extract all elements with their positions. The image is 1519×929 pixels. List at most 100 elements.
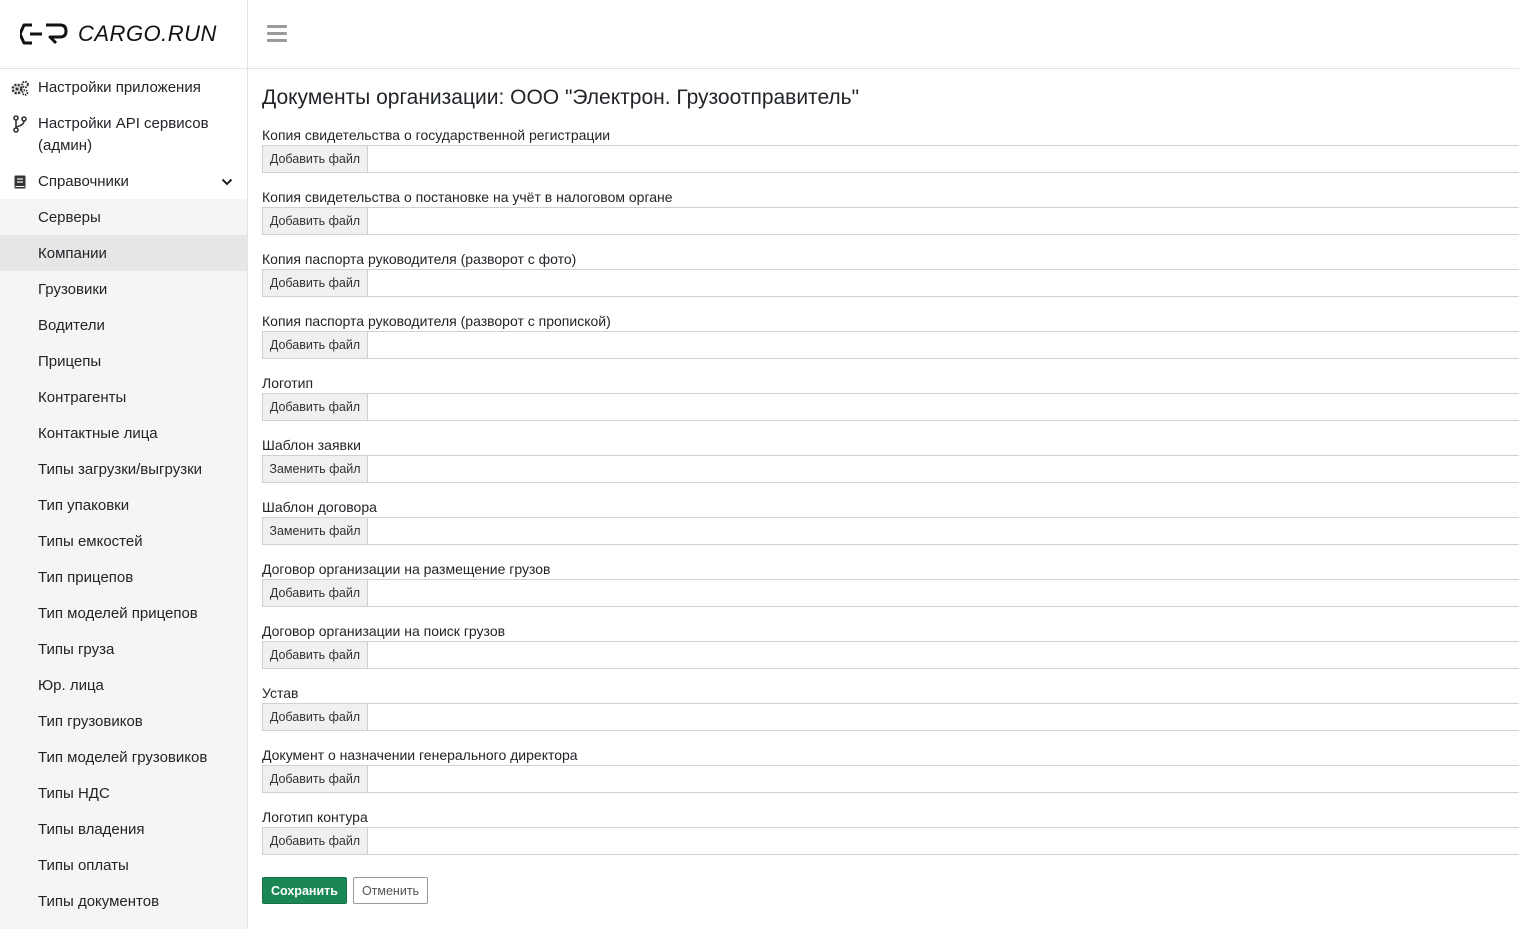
- field-label: Устав: [262, 685, 299, 701]
- file-name-display: [368, 518, 1519, 544]
- sidebar-item-companies[interactable]: Компании: [0, 235, 247, 271]
- sidebar-item-vat-types[interactable]: Типы НДС: [0, 775, 247, 811]
- sidebar-item-label: Контрагенты: [38, 388, 127, 406]
- document-field: Копия паспорта руководителя (разворот с …: [262, 311, 1519, 373]
- sidebar-top-nav: Настройки приложения Настройки API серви…: [0, 69, 247, 199]
- sidebar-item-label: Настройки API сервисов (админ): [38, 115, 209, 154]
- document-field: Копия свидетельства о государственной ре…: [262, 125, 1519, 187]
- sidebar-item-api-settings[interactable]: Настройки API сервисов (админ): [0, 105, 247, 163]
- add-file-button[interactable]: Добавить файл: [263, 394, 368, 420]
- hamburger-menu-icon[interactable]: [267, 25, 287, 43]
- file-input[interactable]: Добавить файл: [262, 331, 1519, 359]
- sidebar-item-servers[interactable]: Серверы: [0, 199, 247, 235]
- sidebar-item-trucks[interactable]: Грузовики: [0, 271, 247, 307]
- document-field: Копия паспорта руководителя (разворот с …: [262, 249, 1519, 311]
- field-label: Договор организации на поиск грузов: [262, 623, 506, 639]
- add-file-button[interactable]: Добавить файл: [263, 766, 368, 792]
- brand-name: CARGO.RUN: [78, 21, 217, 46]
- sidebar-item-packaging-type[interactable]: Тип упаковки: [0, 487, 247, 523]
- field-label: Копия свидетельства о постановке на учёт…: [262, 189, 673, 205]
- field-label: Логотип контура: [262, 809, 368, 825]
- file-input[interactable]: Заменить файл: [262, 517, 1519, 545]
- file-name-display: [368, 270, 1519, 296]
- replace-file-button[interactable]: Заменить файл: [263, 518, 368, 544]
- logo[interactable]: CARGO.RUN: [0, 0, 247, 69]
- topbar: [248, 0, 1519, 69]
- main-content: Документы организации: ООО "Электрон. Гр…: [262, 69, 1519, 904]
- file-input[interactable]: Добавить файл: [262, 703, 1519, 731]
- add-file-button[interactable]: Добавить файл: [263, 146, 368, 172]
- document-field: Договор организации на поиск грузов Доба…: [262, 621, 1519, 683]
- sidebar-item-legal-entities[interactable]: Юр. лица: [0, 667, 247, 703]
- sidebar-item-label: Прицепы: [38, 352, 102, 370]
- file-input[interactable]: Добавить файл: [262, 207, 1519, 235]
- file-name-display: [368, 146, 1519, 172]
- document-field: Устав Добавить файл: [262, 683, 1519, 745]
- cargo-logo-icon: [20, 23, 68, 45]
- gears-icon: [10, 77, 30, 99]
- sidebar-item-truck-type[interactable]: Тип грузовиков: [0, 703, 247, 739]
- sidebar-item-directories[interactable]: Справочники: [0, 163, 247, 199]
- sidebar-item-trailers[interactable]: Прицепы: [0, 343, 247, 379]
- add-file-button[interactable]: Добавить файл: [263, 270, 368, 296]
- sidebar: CARGO.RUN Настройки приложения Настройки…: [0, 0, 248, 929]
- sidebar-item-label: Юр. лица: [38, 676, 104, 694]
- add-file-button[interactable]: Добавить файл: [263, 642, 368, 668]
- cancel-button[interactable]: Отменить: [352, 877, 429, 904]
- document-field: Логотип Добавить файл: [262, 373, 1519, 435]
- sidebar-item-truck-model-type[interactable]: Тип моделей грузовиков: [0, 739, 247, 775]
- sidebar-item-payment-types[interactable]: Типы оплаты: [0, 847, 247, 883]
- file-input[interactable]: Добавить файл: [262, 827, 1519, 855]
- file-name-display: [368, 394, 1519, 420]
- field-label: Копия паспорта руководителя (разворот с …: [262, 251, 577, 267]
- document-field: Логотип контура Добавить файл: [262, 807, 1519, 869]
- chevron-down-icon[interactable]: [219, 171, 235, 193]
- sidebar-item-loading-types[interactable]: Типы загрузки/выгрузки: [0, 451, 247, 487]
- file-name-display: [368, 704, 1519, 730]
- sidebar-item-label: Типы НДС: [38, 784, 110, 802]
- sidebar-item-label: Справочники: [38, 173, 129, 190]
- file-input[interactable]: Добавить файл: [262, 269, 1519, 297]
- field-label: Шаблон заявки: [262, 437, 361, 453]
- file-input[interactable]: Добавить файл: [262, 765, 1519, 793]
- sidebar-item-label: Типы загрузки/выгрузки: [38, 460, 203, 478]
- add-file-button[interactable]: Добавить файл: [263, 828, 368, 854]
- document-field: Договор организации на размещение грузов…: [262, 559, 1519, 621]
- field-label: Копия свидетельства о государственной ре…: [262, 127, 611, 143]
- sidebar-item-cargo-types[interactable]: Типы груза: [0, 631, 247, 667]
- sidebar-item-trailer-type[interactable]: Тип прицепов: [0, 559, 247, 595]
- branch-icon: [10, 113, 30, 135]
- add-file-button[interactable]: Добавить файл: [263, 332, 368, 358]
- file-input[interactable]: Добавить файл: [262, 579, 1519, 607]
- sidebar-item-ownership-types[interactable]: Типы владения: [0, 811, 247, 847]
- sidebar-item-label: Серверы: [38, 208, 101, 226]
- sidebar-item-drivers[interactable]: Водители: [0, 307, 247, 343]
- sidebar-item-container-types[interactable]: Типы емкостей: [0, 523, 247, 559]
- document-field: Документ о назначении генерального дирек…: [262, 745, 1519, 807]
- file-name-display: [368, 828, 1519, 854]
- file-name-display: [368, 456, 1519, 482]
- file-input[interactable]: Добавить файл: [262, 145, 1519, 173]
- add-file-button[interactable]: Добавить файл: [263, 580, 368, 606]
- replace-file-button[interactable]: Заменить файл: [263, 456, 368, 482]
- document-field: Шаблон заявки Заменить файл: [262, 435, 1519, 497]
- sidebar-item-document-types[interactable]: Типы документов: [0, 883, 247, 919]
- sidebar-item-label: Водители: [38, 316, 105, 334]
- sidebar-item-contacts[interactable]: Контактные лица: [0, 415, 247, 451]
- sidebar-item-app-settings[interactable]: Настройки приложения: [0, 69, 247, 105]
- file-input[interactable]: Заменить файл: [262, 455, 1519, 483]
- sidebar-item-label: Типы оплаты: [38, 856, 129, 874]
- field-label: Логотип: [262, 375, 314, 391]
- add-file-button[interactable]: Добавить файл: [263, 704, 368, 730]
- save-button[interactable]: Сохранить: [262, 877, 347, 904]
- sidebar-item-label: Тип моделей прицепов: [38, 604, 198, 622]
- file-input[interactable]: Добавить файл: [262, 641, 1519, 669]
- sidebar-item-trailer-model-type[interactable]: Тип моделей прицепов: [0, 595, 247, 631]
- add-file-button[interactable]: Добавить файл: [263, 208, 368, 234]
- sidebar-item-label: Компании: [38, 244, 107, 262]
- field-label: Шаблон договора: [262, 499, 377, 515]
- sidebar-item-counterparties[interactable]: Контрагенты: [0, 379, 247, 415]
- sidebar-item-label: Типы документов: [38, 892, 160, 910]
- file-input[interactable]: Добавить файл: [262, 393, 1519, 421]
- sidebar-item-label: Тип прицепов: [38, 568, 134, 586]
